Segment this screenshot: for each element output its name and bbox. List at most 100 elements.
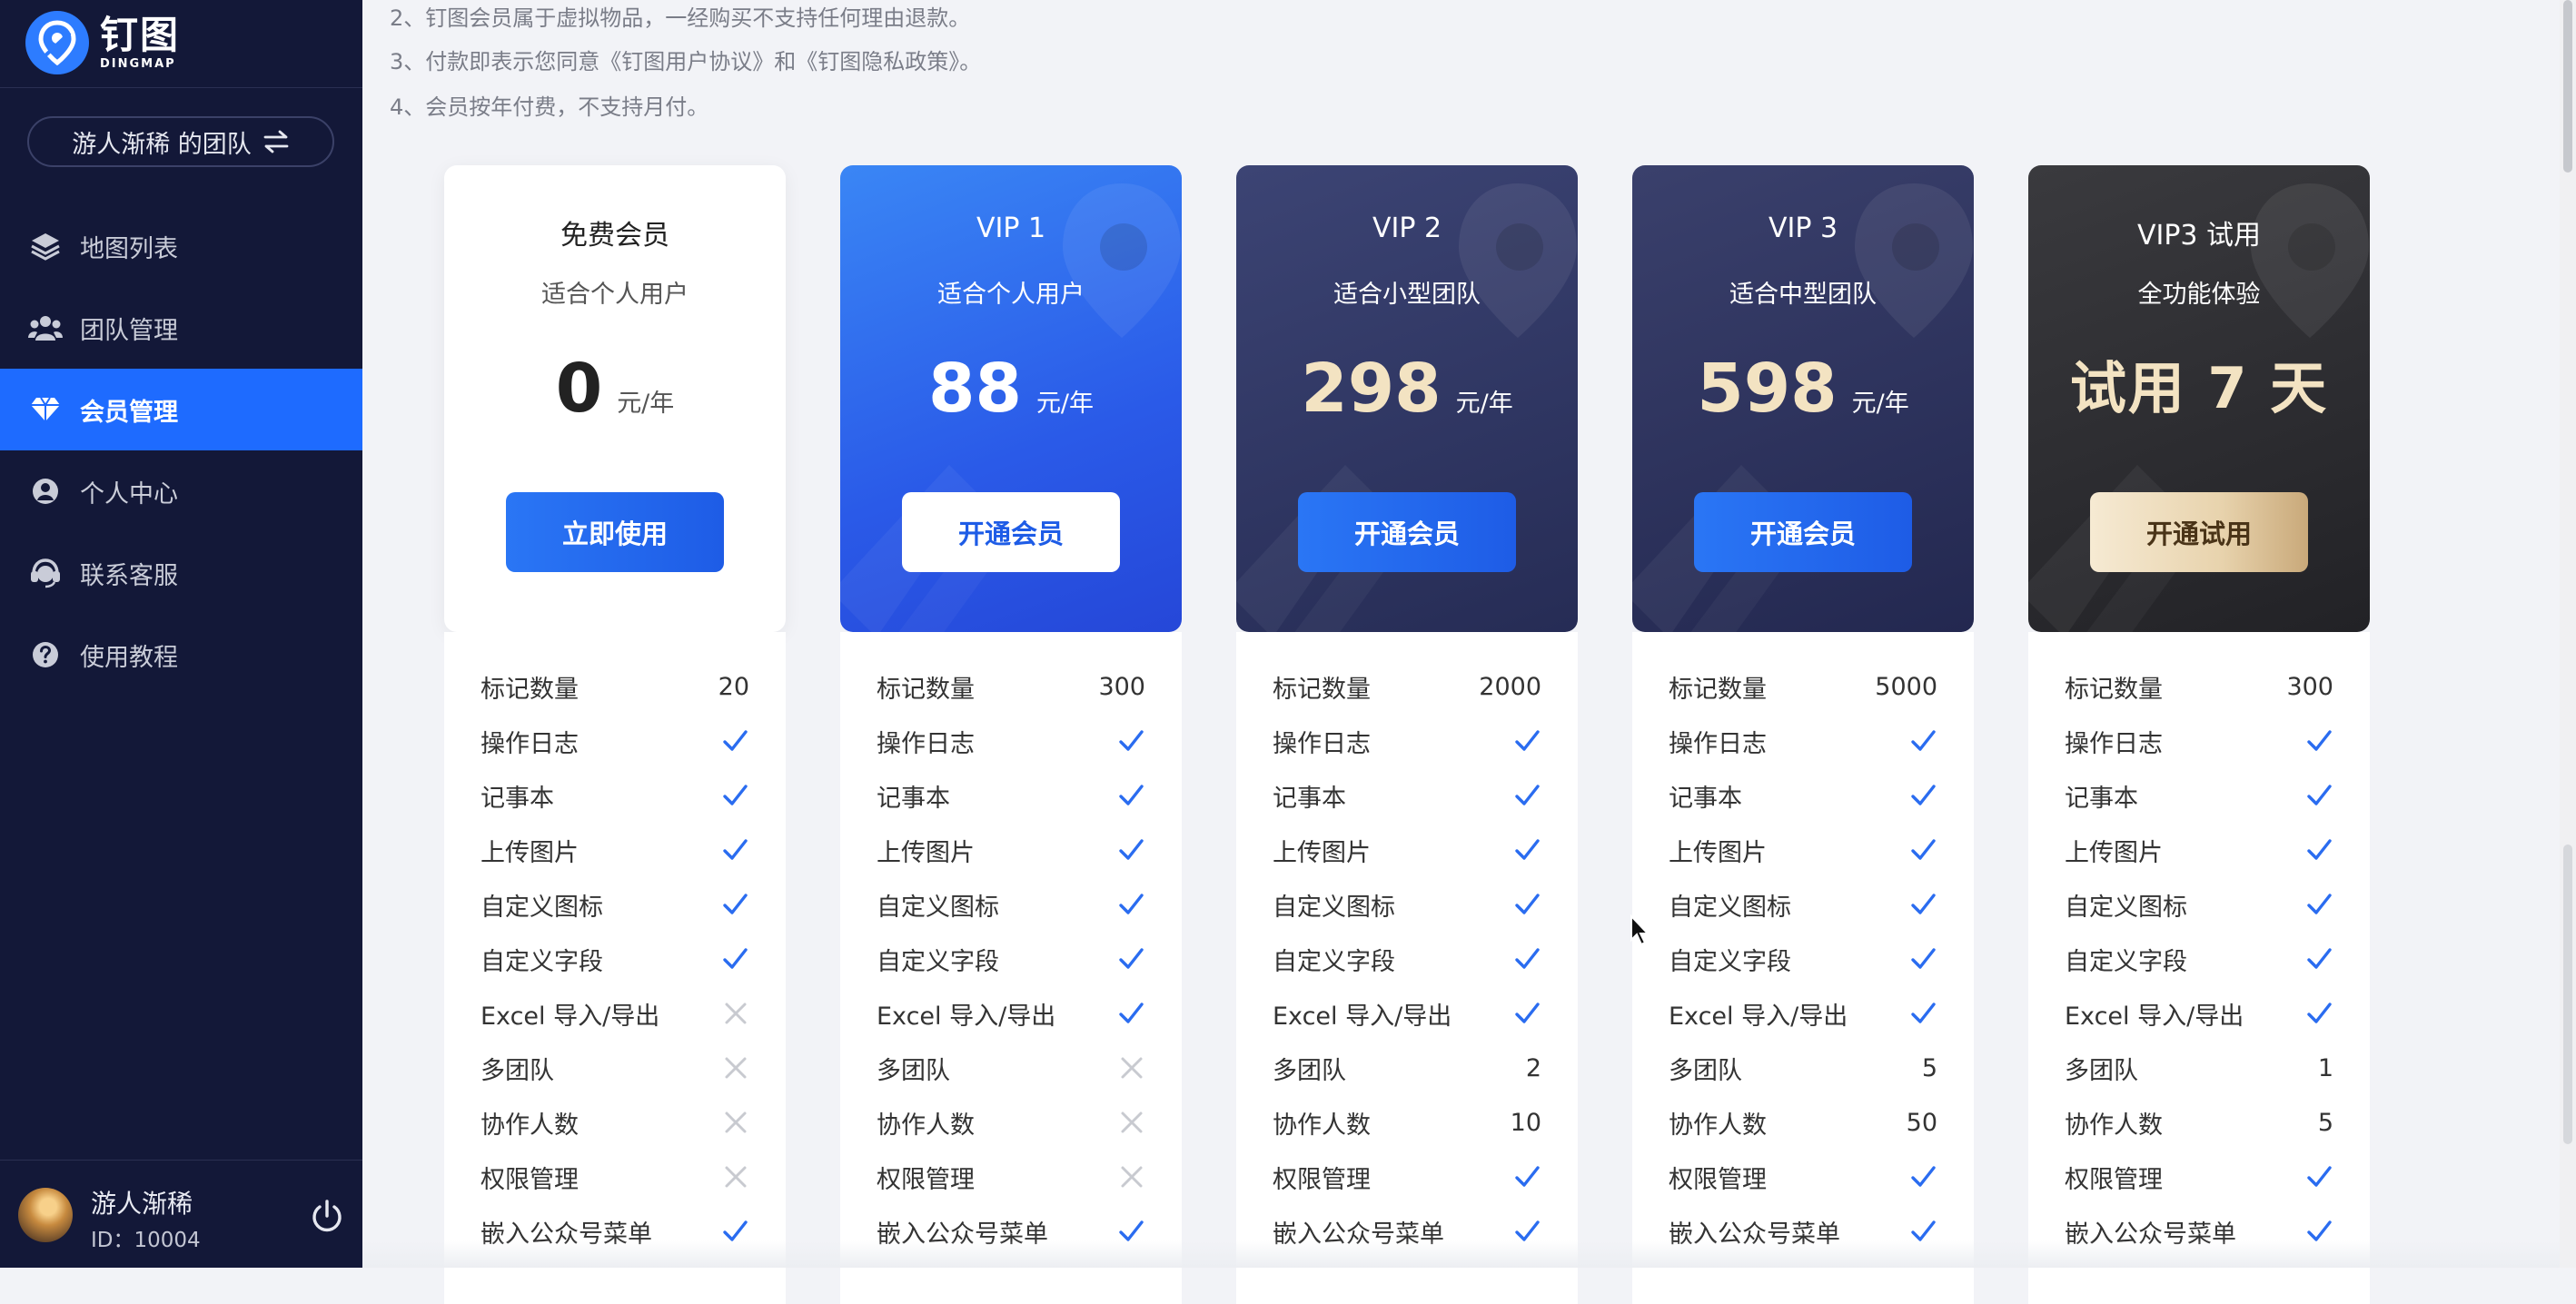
- user-id: ID：10004: [91, 1229, 201, 1252]
- main-content: 2、钉图会员属于虚拟物品，一经购买不支持任何理由退款。 3、付款即表示您同意《钉…: [362, 0, 2576, 1304]
- plan-subtitle: 适合个人用户: [937, 281, 1085, 309]
- plan-price-row: 88 元/年: [840, 351, 1182, 427]
- brand-name-en: DINGMAP: [100, 56, 176, 71]
- feature-row: 记事本: [2028, 768, 2370, 823]
- scrollbar-thumb[interactable]: [2563, 0, 2572, 173]
- sidebar-divider: [0, 87, 362, 88]
- swap-arrows-icon: [263, 130, 290, 153]
- feature-row: 自定义字段: [2028, 932, 2370, 986]
- plan-action-button[interactable]: 开通会员: [1298, 492, 1516, 572]
- feature-value: 50: [1906, 1108, 1937, 1137]
- plan-name: VIP 3: [1768, 212, 1838, 244]
- feature-label: 标记数量: [877, 675, 975, 704]
- sidebar-item-label: 会员管理: [80, 398, 178, 427]
- check-icon: [1512, 1162, 1541, 1191]
- sidebar-item-team[interactable]: 团队管理: [0, 287, 362, 369]
- brand-logo[interactable]: 钉图 DINGMAP: [25, 11, 180, 74]
- cross-icon: [1118, 1054, 1145, 1082]
- feature-label: 自定义字段: [481, 947, 603, 976]
- feature-row: 标记数量 20: [444, 659, 786, 714]
- plan-action-button[interactable]: 开通会员: [1694, 492, 1912, 572]
- feature-label: 自定义字段: [877, 947, 999, 976]
- feature-row: 多团队 2: [1236, 1041, 1578, 1095]
- feature-label: 多团队: [2065, 1056, 2138, 1085]
- scrollbar-thumb-secondary[interactable]: [2563, 845, 2572, 1144]
- plan-subtitle: 适合小型团队: [1333, 281, 1481, 309]
- feature-list: 标记数量 5000 操作日志 记事本 上传图片 自定义图标 自定义字段 Excel 导入/导出…: [1632, 632, 1974, 1304]
- check-icon: [720, 781, 749, 810]
- plan-card-trial: VIP3 试用 全功能体验 试用 7 天开通试用 标记数量 300 操作日志 记事本 上传图片…: [2028, 165, 2370, 1304]
- feature-row: 上传图片: [840, 823, 1182, 877]
- sidebar-item-membership[interactable]: 会员管理: [0, 369, 362, 450]
- check-icon: [720, 726, 749, 756]
- feature-label: 标记数量: [2065, 675, 2163, 704]
- avatar[interactable]: [18, 1188, 73, 1242]
- feature-row: 协作人数: [444, 1095, 786, 1150]
- user-panel: 游人渐稀 ID：10004: [0, 1160, 362, 1268]
- power-icon[interactable]: [309, 1199, 345, 1235]
- feature-label: 权限管理: [1669, 1165, 1767, 1194]
- plan-card-vip2: VIP 2 适合小型团队 298 元/年 开通会员 标记数量 2000 操作日志 记事本 上传图片…: [1236, 165, 1578, 1304]
- check-icon: [2304, 944, 2333, 973]
- map-pin-logo-icon: [25, 11, 89, 74]
- feature-label: 多团队: [1669, 1056, 1742, 1085]
- plan-price-row: 598 元/年: [1632, 351, 1974, 427]
- feature-row: 上传图片: [444, 823, 786, 877]
- plan-name: VIP3 试用: [2136, 220, 2262, 252]
- check-icon: [1908, 890, 1937, 919]
- feature-label: 操作日志: [481, 729, 579, 758]
- sidebar-item-tutorial[interactable]: 使用教程: [0, 614, 362, 696]
- feature-row: 权限管理: [840, 1150, 1182, 1204]
- sidebar-item-label: 使用教程: [80, 643, 178, 672]
- check-icon: [1116, 781, 1145, 810]
- feature-label: Excel 导入/导出: [1669, 1002, 1848, 1031]
- sidebar-item-map-list[interactable]: 地图列表: [0, 205, 362, 287]
- feature-label: 多团队: [877, 1056, 950, 1085]
- plan-action-button[interactable]: 立即使用: [506, 492, 724, 572]
- plan-price-unit: 元/年: [617, 390, 675, 418]
- feature-row: 记事本: [1632, 768, 1974, 823]
- plan-price: 0: [555, 350, 603, 428]
- check-icon: [2304, 781, 2333, 810]
- plan-action-button[interactable]: 开通试用: [2090, 492, 2308, 572]
- feature-label: 记事本: [877, 784, 950, 813]
- sidebar-item-label: 个人中心: [80, 479, 178, 509]
- feature-value: 5: [2317, 1108, 2333, 1137]
- feature-label: 协作人数: [1273, 1111, 1371, 1140]
- cross-icon: [722, 1109, 749, 1136]
- mouse-cursor-icon: [1630, 914, 1650, 946]
- plan-price: 598: [1697, 350, 1838, 428]
- cross-icon: [1118, 1163, 1145, 1190]
- feature-row: Excel 导入/导出: [840, 986, 1182, 1041]
- feature-row: 上传图片: [1236, 823, 1578, 877]
- check-icon: [720, 835, 749, 864]
- sidebar-item-label: 地图列表: [80, 234, 178, 263]
- plan-header: VIP 3 适合中型团队 598 元/年 开通会员: [1632, 165, 1974, 632]
- plan-price: 88: [927, 350, 1022, 428]
- feature-value: 2000: [1479, 672, 1541, 701]
- cross-icon: [722, 1000, 749, 1027]
- feature-row: 自定义字段: [840, 932, 1182, 986]
- feature-row: 标记数量 2000: [1236, 659, 1578, 714]
- feature-label: 标记数量: [481, 675, 579, 704]
- plan-header: 免费会员 适合个人用户 0 元/年 立即使用: [444, 165, 786, 632]
- feature-label: 自定义图标: [2065, 893, 2187, 922]
- feature-value: 2: [1525, 1053, 1541, 1082]
- feature-label: 多团队: [481, 1056, 554, 1085]
- vertical-scrollbar[interactable]: [2560, 0, 2576, 1268]
- feature-value: 300: [1098, 672, 1145, 701]
- sidebar-item-label: 团队管理: [80, 316, 178, 345]
- sidebar-item-support[interactable]: 联系客服: [0, 532, 362, 614]
- feature-row: 多团队 1: [2028, 1041, 2370, 1095]
- feature-label: 上传图片: [1669, 838, 1767, 867]
- feature-row: 协作人数 10: [1236, 1095, 1578, 1150]
- team-switch-button[interactable]: 游人渐稀 的团队: [27, 116, 334, 167]
- check-icon: [1116, 999, 1145, 1028]
- feature-row: 权限管理: [2028, 1150, 2370, 1204]
- feature-label: 自定义图标: [1669, 893, 1791, 922]
- plan-name: VIP 2: [1372, 212, 1442, 244]
- sidebar-item-profile[interactable]: 个人中心: [0, 450, 362, 532]
- check-icon: [2304, 1162, 2333, 1191]
- bottom-fade: [362, 1240, 2576, 1268]
- plan-action-button[interactable]: 开通会员: [902, 492, 1120, 572]
